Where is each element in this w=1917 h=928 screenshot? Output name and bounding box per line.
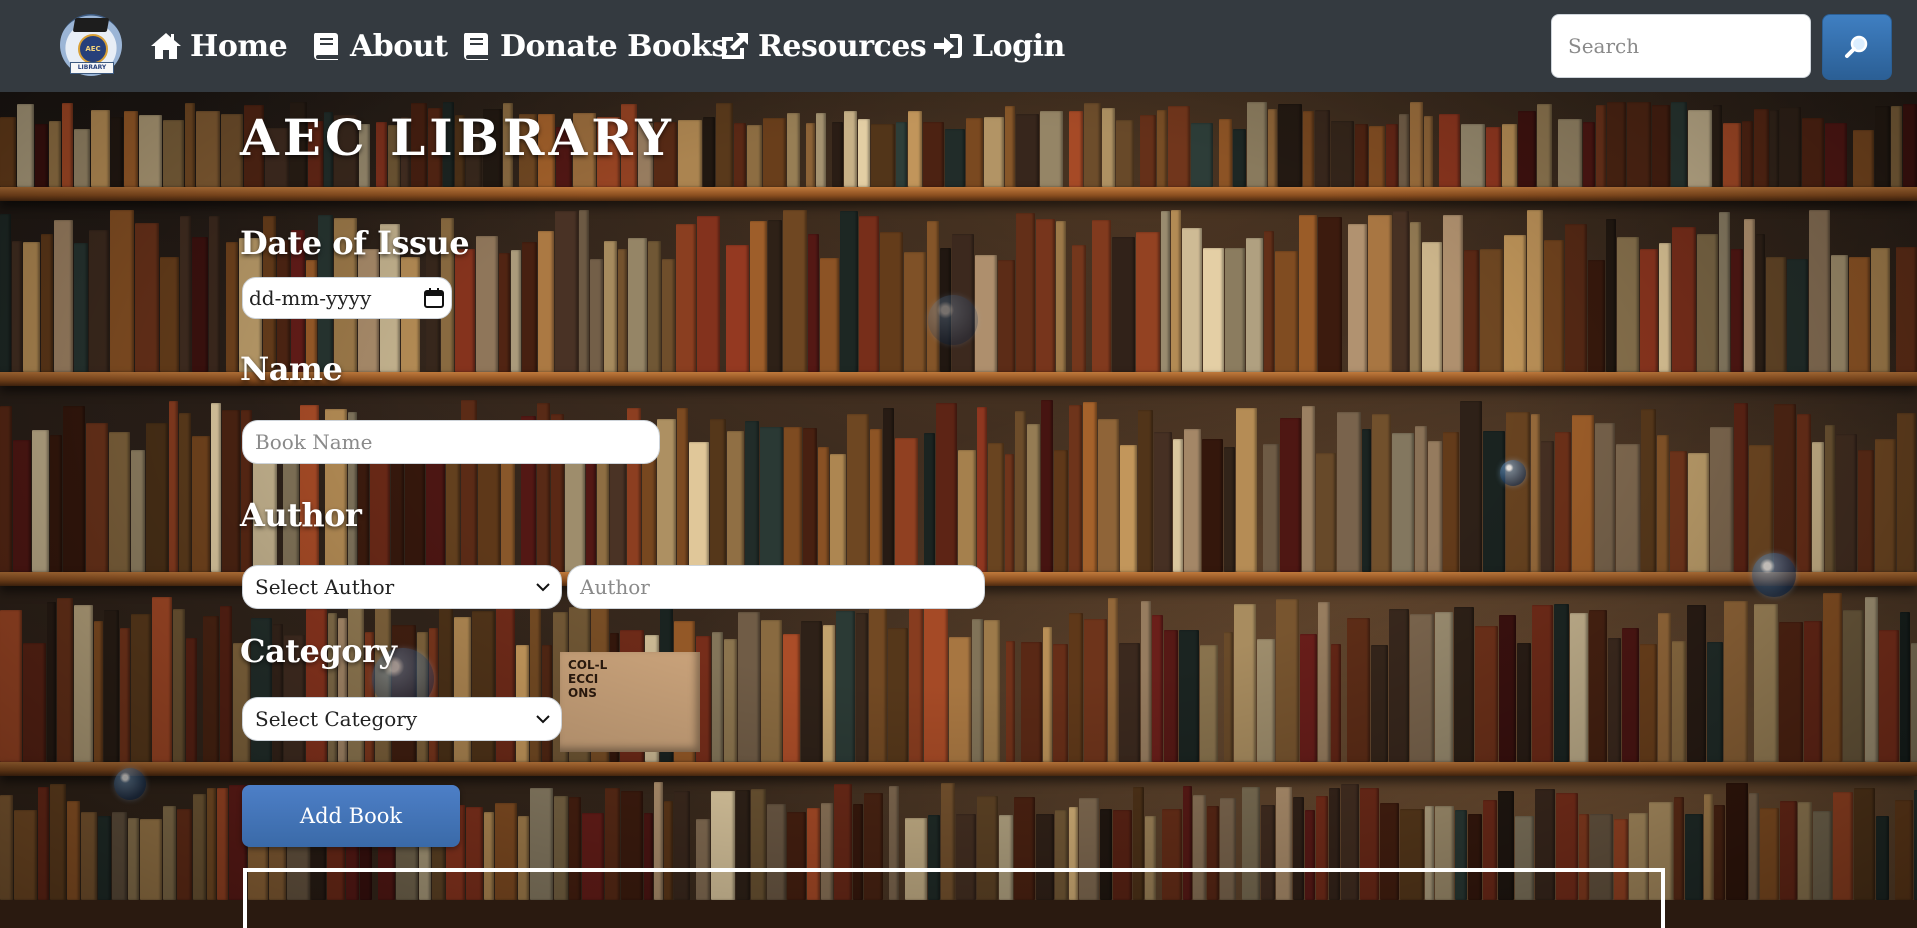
search-button[interactable] bbox=[1822, 14, 1892, 80]
category-select[interactable]: Select Category bbox=[242, 697, 562, 741]
date-placeholder: dd-mm-yyyy bbox=[249, 286, 372, 310]
nav-about-label: About bbox=[350, 28, 448, 64]
book-list-frame bbox=[243, 868, 1665, 928]
category-select-value: Select Category bbox=[255, 707, 418, 731]
author-select-value: Select Author bbox=[255, 575, 395, 599]
chevron-down-icon bbox=[536, 715, 550, 724]
nav-home-label: Home bbox=[190, 28, 288, 64]
search-input[interactable] bbox=[1551, 14, 1811, 78]
nav-home[interactable]: Home bbox=[150, 24, 288, 68]
calendar-icon[interactable] bbox=[423, 287, 445, 309]
author-label: Author bbox=[240, 496, 362, 534]
search-icon bbox=[1845, 35, 1868, 58]
sign-in-icon bbox=[934, 34, 962, 58]
logo-crest: AEC bbox=[78, 34, 108, 64]
nav-login[interactable]: Login bbox=[932, 24, 1065, 68]
book-name-input[interactable]: Book Name bbox=[242, 420, 660, 464]
home-icon bbox=[151, 33, 181, 59]
date-label: Date of Issue bbox=[240, 224, 470, 262]
add-book-button[interactable]: Add Book bbox=[242, 785, 460, 847]
page-title: AEC LIBRARY bbox=[240, 108, 675, 167]
date-of-issue-input[interactable]: dd-mm-yyyy bbox=[242, 277, 452, 319]
category-label: Category bbox=[240, 632, 397, 670]
author-select[interactable]: Select Author bbox=[242, 565, 562, 609]
author-placeholder: Author bbox=[580, 575, 650, 599]
nav-resources-label: Resources bbox=[758, 28, 927, 64]
nav-donate-books[interactable]: Donate Books bbox=[460, 24, 728, 68]
book-name-placeholder: Book Name bbox=[255, 430, 373, 454]
external-link-icon bbox=[722, 33, 748, 59]
graduation-cap-icon bbox=[72, 18, 110, 32]
book-icon bbox=[463, 33, 488, 60]
name-label: Name bbox=[240, 350, 343, 388]
navbar: AEC LIBRARY Home About Donate Books Reso… bbox=[0, 0, 1917, 92]
nav-about[interactable]: About bbox=[310, 24, 448, 68]
author-input[interactable]: Author bbox=[567, 565, 985, 609]
logo-ribbon: LIBRARY bbox=[70, 62, 114, 74]
nav-login-label: Login bbox=[972, 28, 1065, 64]
nav-resources[interactable]: Resources bbox=[718, 24, 927, 68]
chevron-down-icon bbox=[536, 583, 550, 592]
library-logo[interactable]: AEC LIBRARY bbox=[60, 14, 122, 76]
add-book-form: AEC LIBRARY Date of Issue dd-mm-yyyy Nam… bbox=[0, 0, 1917, 928]
nav-donate-books-label: Donate Books bbox=[500, 28, 728, 64]
book-icon bbox=[313, 33, 338, 60]
